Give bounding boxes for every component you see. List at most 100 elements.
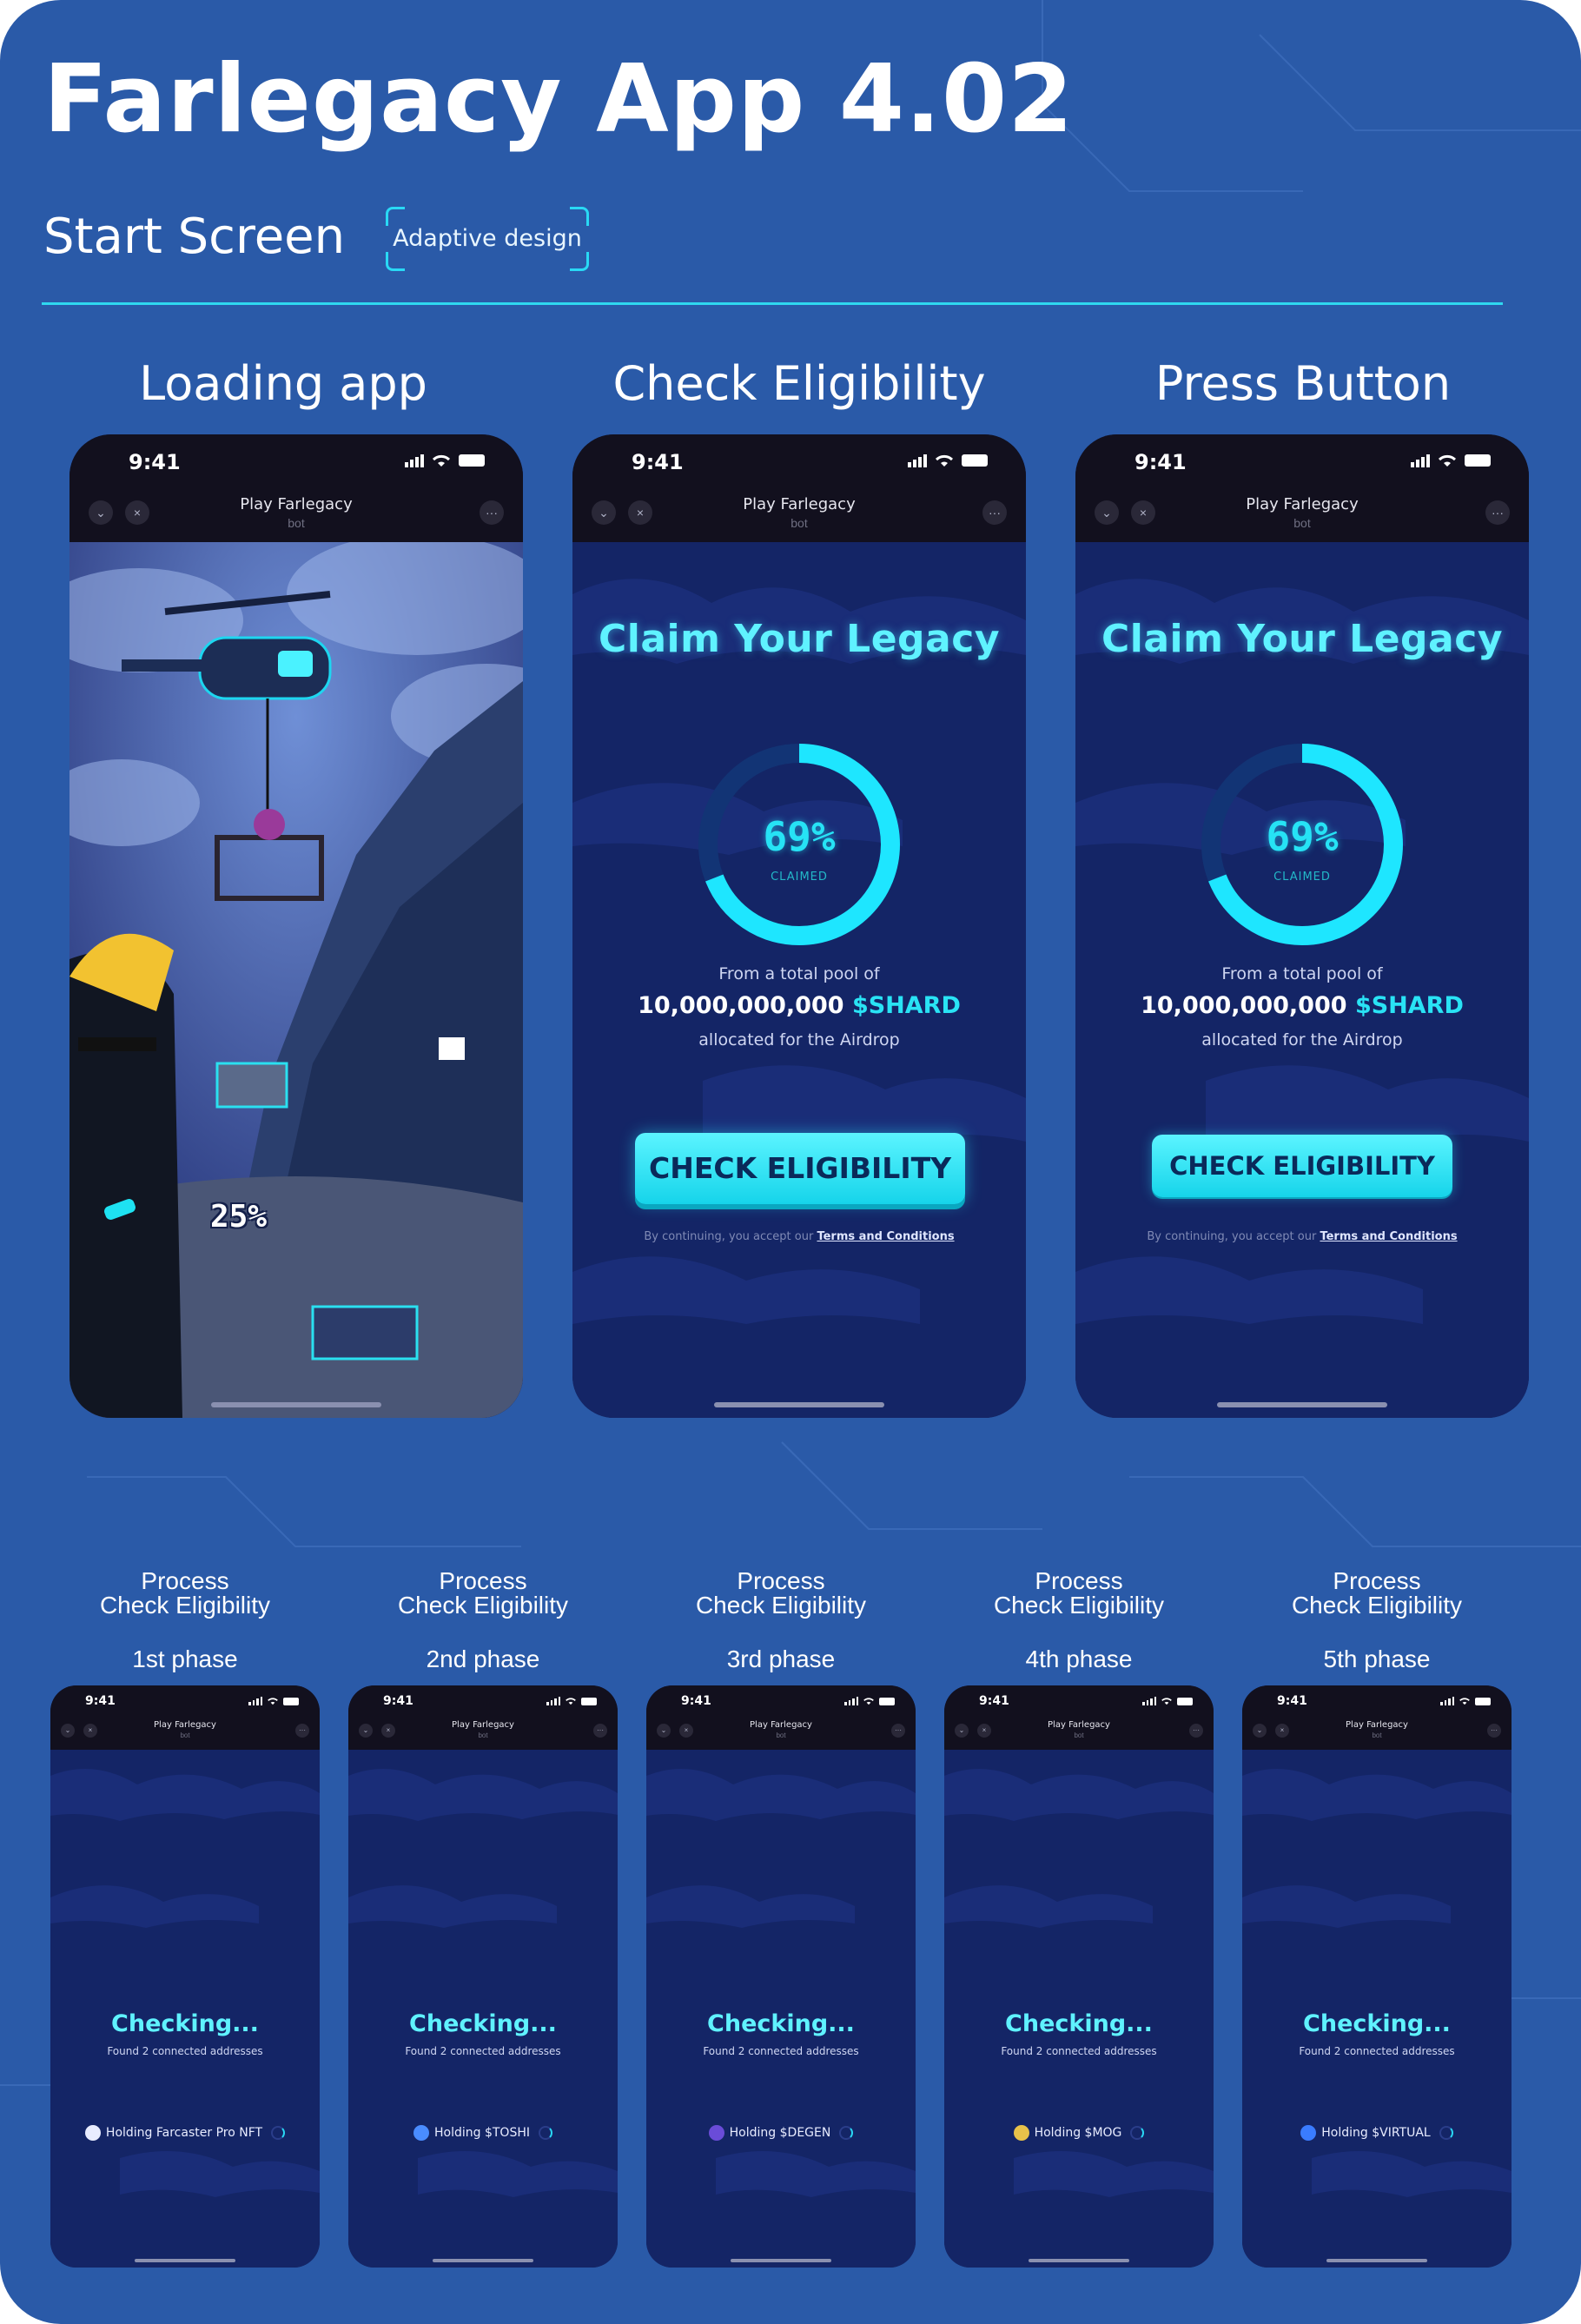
phase-label: 1st phase: [132, 1645, 238, 1672]
bot-subtitle: bot: [776, 1731, 786, 1739]
bot-title: Play Farlegacy: [452, 1720, 514, 1730]
pool-amount: 10,000,000,000: [1141, 992, 1347, 1019]
bot-nav-bar: ⌄ × Play Farlegacy bot ···: [944, 1720, 1214, 1743]
more-icon[interactable]: ···: [1485, 500, 1510, 525]
system-icons: [1440, 1697, 1491, 1705]
status-time: 9:41: [681, 1694, 711, 1708]
signal-icon: [546, 1697, 560, 1705]
cloud-background: [50, 1769, 320, 2197]
system-icons: [248, 1697, 299, 1705]
signal-icon: [1440, 1697, 1454, 1705]
loading-illustration: [69, 542, 523, 1418]
more-icon[interactable]: ···: [593, 1724, 607, 1738]
home-indicator[interactable]: [714, 1402, 884, 1407]
home-indicator[interactable]: [1217, 1402, 1387, 1407]
more-icon[interactable]: ···: [1189, 1724, 1203, 1738]
system-icons: [405, 454, 485, 467]
pool-intro: From a total pool of: [1221, 964, 1383, 983]
phase-title-line1: Process: [439, 1567, 527, 1594]
holding-label: Holding $VIRTUAL: [1321, 2126, 1431, 2140]
pool-amount-line: 10,000,000,000 $SHARD: [572, 992, 1026, 1019]
loading-spinner-icon: [271, 2126, 286, 2140]
bot-title: Play Farlegacy: [750, 1720, 812, 1730]
status-time: 9:41: [129, 450, 181, 474]
cloud-background: [348, 1769, 618, 2197]
tag-label: Adaptive design: [393, 225, 582, 252]
section-title: Start Screen: [43, 209, 346, 265]
phase-title-line2: Check Eligibility: [993, 1592, 1165, 1619]
more-icon[interactable]: ···: [1487, 1724, 1501, 1738]
signal-icon: [405, 454, 424, 467]
phase-title-line2: Check Eligibility: [1291, 1592, 1463, 1619]
column-title-press: Press Button: [1154, 356, 1452, 411]
check-eligibility-button-pressed[interactable]: CHECK ELIGIBILITY: [1152, 1135, 1452, 1197]
battery-icon: [962, 454, 988, 467]
claim-screen: Claim Your Legacy 69% CLAIMED From a tot…: [1075, 542, 1529, 1418]
battery-icon: [581, 1697, 597, 1705]
status-time: 9:41: [1134, 450, 1187, 474]
phone-phase-3: 9:41 ⌄ × Play Farlegacy bot ··· Checking…: [646, 1685, 916, 2268]
home-indicator[interactable]: [1029, 2259, 1129, 2262]
pool-token: $SHARD: [851, 992, 961, 1019]
bot-title: Play Farlegacy: [1246, 495, 1359, 513]
loading-spinner-icon: [539, 2126, 552, 2140]
claimed-label: CLAIMED: [771, 871, 828, 884]
phone-phase-2: 9:41 ⌄ × Play Farlegacy bot ··· Checking…: [348, 1685, 618, 2268]
pool-outro: allocated for the Airdrop: [1201, 1030, 1403, 1049]
more-icon[interactable]: ···: [982, 500, 1007, 525]
system-icons: [1142, 1697, 1193, 1705]
pool-outro: allocated for the Airdrop: [698, 1030, 900, 1049]
claimed-percent: 69%: [1266, 813, 1339, 860]
home-indicator[interactable]: [433, 2259, 533, 2262]
bot-subtitle: bot: [180, 1731, 190, 1739]
claimed-ring: 69% CLAIMED: [1198, 740, 1406, 949]
home-indicator[interactable]: [1326, 2259, 1427, 2262]
phase-title: Process Check Eligibility: [348, 1569, 618, 1618]
wifi-icon: [935, 454, 954, 467]
wifi-icon: [863, 1698, 874, 1705]
battery-icon: [1475, 1697, 1491, 1705]
holding-row: Holding $VIRTUAL: [1242, 2125, 1512, 2141]
phone-phase-1: 9:41 ⌄ × Play Farlegacy bot ··· Checking…: [50, 1685, 320, 2268]
phase-title: Process Check Eligibility: [646, 1569, 916, 1618]
header-divider: [42, 302, 1503, 305]
status-time: 9:41: [632, 450, 684, 474]
signal-icon: [1411, 454, 1430, 467]
terms-link[interactable]: Terms and Conditions: [1320, 1230, 1457, 1243]
bot-nav-bar: ⌄ × Play Farlegacy bot ···: [348, 1720, 618, 1743]
loading-artwork: 25% 25%: [69, 542, 523, 1418]
more-icon[interactable]: ···: [891, 1724, 905, 1738]
terms-prefix: By continuing, you accept our: [644, 1230, 814, 1243]
bot-nav-bar: ⌄ × Play Farlegacy bot ···: [572, 493, 1026, 532]
loading-spinner-icon: [839, 2126, 854, 2140]
bot-title: Play Farlegacy: [240, 495, 353, 513]
holding-label: Holding Farcaster Pro NFT: [105, 2126, 263, 2140]
checking-title: Checking...: [1005, 2010, 1153, 2037]
terms-link[interactable]: Terms and Conditions: [817, 1230, 954, 1243]
status-bar: 9:41 ⌄ × Play Farlegacy bot ···: [1242, 1685, 1512, 1750]
holding-label: Holding $MOG: [1034, 2126, 1122, 2140]
phase-label: 5th phase: [1323, 1645, 1431, 1672]
phase-label: 4th phase: [1025, 1645, 1133, 1672]
wifi-icon: [566, 1698, 576, 1705]
more-icon[interactable]: ···: [295, 1724, 309, 1738]
loading-spinner-icon: [1130, 2126, 1145, 2140]
home-indicator[interactable]: [135, 2259, 235, 2262]
status-bar: 9:41 ⌄ × Play Farlegacy bot ···: [348, 1685, 618, 1750]
home-indicator[interactable]: [731, 2259, 831, 2262]
more-icon[interactable]: ···: [480, 500, 504, 525]
wifi-icon: [432, 454, 451, 467]
wifi-icon: [268, 1698, 278, 1705]
farcaster-icon: [84, 2125, 101, 2141]
check-eligibility-button[interactable]: CHECK ELIGIBILITY: [635, 1133, 965, 1204]
checking-title: Checking...: [707, 2010, 855, 2037]
holding-row: Holding $MOG: [944, 2125, 1214, 2141]
checking-title: Checking...: [409, 2010, 557, 2037]
battery-icon: [879, 1697, 895, 1705]
status-bar: 9:41 ⌄ × Play Farlegacy bot ···: [69, 434, 523, 542]
holding-label: Holding $DEGEN: [729, 2126, 831, 2140]
found-addresses: Found 2 connected addresses: [1001, 2045, 1157, 2057]
phase-title-line2: Check Eligibility: [695, 1592, 867, 1619]
home-indicator[interactable]: [211, 1402, 381, 1407]
cloud-background: [944, 1769, 1214, 2197]
